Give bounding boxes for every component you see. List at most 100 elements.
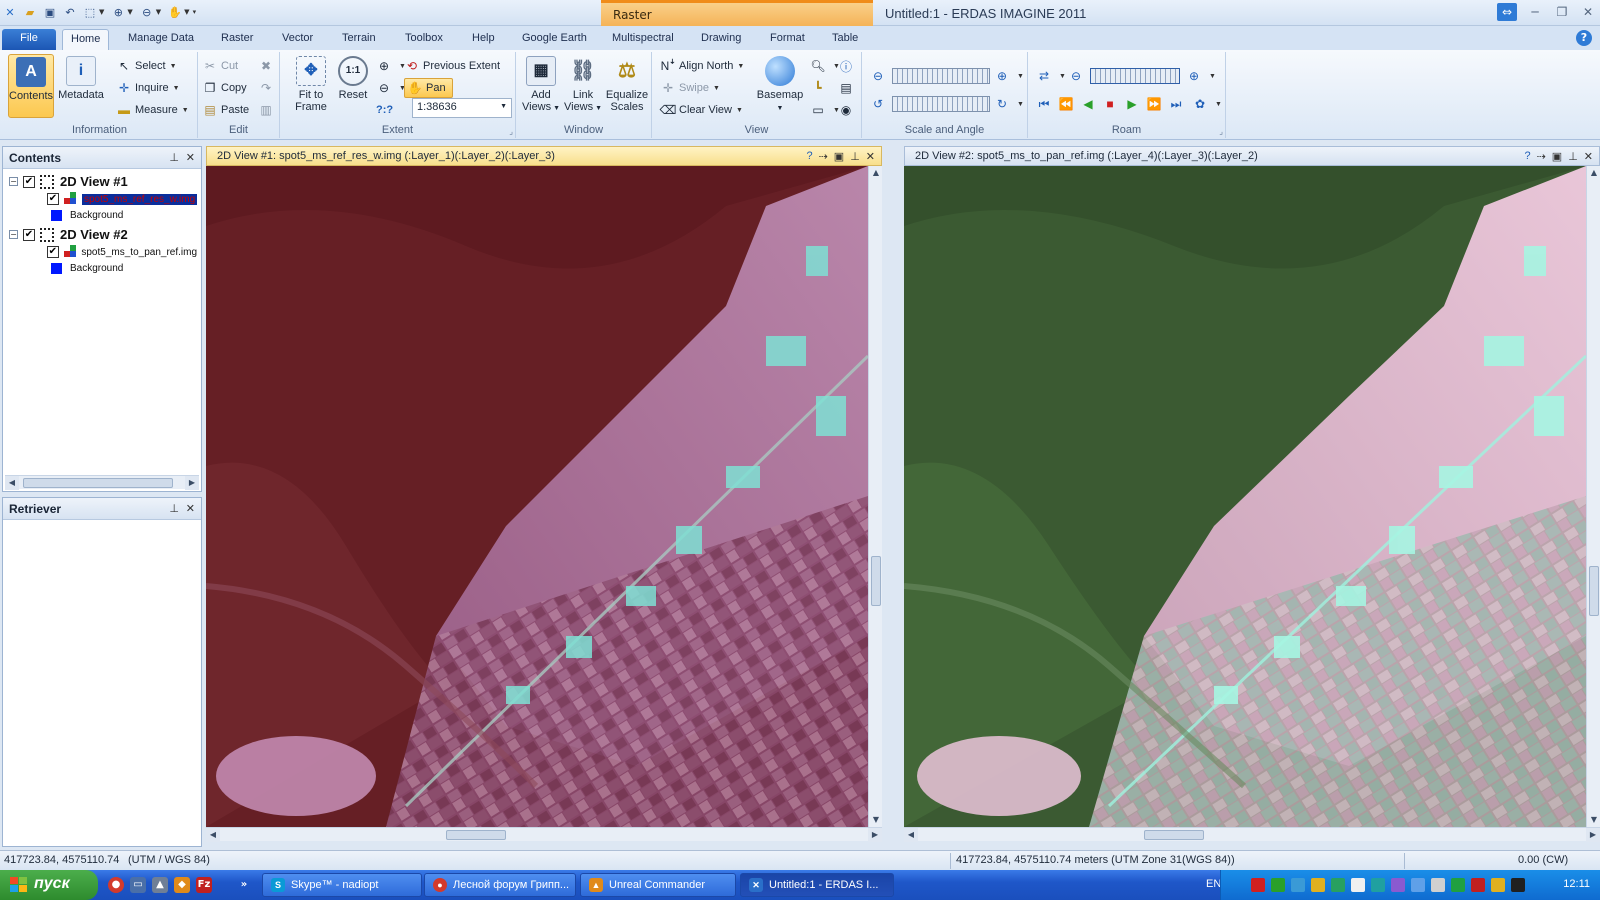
tray-app-icon[interactable]: [1251, 878, 1265, 892]
scale-zoom-in-button[interactable]: ⊕ ▼: [994, 66, 1024, 86]
pin-icon[interactable]: ⊥: [169, 502, 179, 515]
scale-select[interactable]: 1:38636 ▼: [412, 98, 512, 118]
tab-vector[interactable]: Vector: [274, 29, 321, 50]
scroll-up-arrow[interactable]: ▲: [869, 166, 883, 180]
task-skype[interactable]: S Skype™ - nadiopt: [262, 873, 422, 897]
close-icon[interactable]: ✕: [1584, 150, 1593, 163]
scroll-thumb[interactable]: [446, 830, 506, 840]
view-zoom-button[interactable]: 🔍︎ ▼: [810, 56, 840, 76]
tray-app-icon[interactable]: [1471, 878, 1485, 892]
measure-button[interactable]: ▬ Measure ▼: [116, 100, 189, 120]
scroll-down-arrow[interactable]: ▼: [1587, 813, 1600, 827]
start-button[interactable]: пуск: [0, 870, 98, 900]
tray-app-icon[interactable]: [1291, 878, 1305, 892]
swipe-button[interactable]: ✛ Swipe ▼: [660, 78, 720, 98]
view-1-image[interactable]: [206, 166, 868, 827]
tab-table[interactable]: Table: [824, 29, 866, 50]
roam-stop-button[interactable]: ■: [1102, 94, 1121, 114]
rotate-right-button[interactable]: ↻ ▼: [994, 94, 1024, 114]
inquire-button[interactable]: ✛ Inquire ▼: [116, 78, 180, 98]
zoom-out-icon[interactable]: ⊖: [139, 4, 155, 20]
scroll-down-arrow[interactable]: ▼: [869, 813, 883, 827]
tab-multispectral[interactable]: Multispectral: [604, 29, 682, 50]
tool-quicklaunch-icon[interactable]: ▲: [152, 877, 168, 893]
basemap-button[interactable]: Basemap ▼: [754, 54, 806, 118]
network-icon[interactable]: [1411, 878, 1425, 892]
tray-app-icon[interactable]: [1511, 878, 1525, 892]
angle-slider[interactable]: [892, 96, 990, 112]
scale-slider[interactable]: [892, 68, 990, 84]
scroll-up-arrow[interactable]: ▲: [1587, 166, 1600, 180]
view-help-icon[interactable]: ?: [1524, 150, 1530, 163]
undo-icon[interactable]: ↶: [62, 4, 78, 20]
close-icon[interactable]: ✕: [186, 502, 195, 515]
tree-layer-view-2[interactable]: ✔ spot5_ms_to_pan_ref.img: [47, 245, 197, 259]
layer-2-checkbox[interactable]: ✔: [47, 246, 59, 258]
select-button[interactable]: ↖ Select ▼: [116, 56, 177, 76]
tab-terrain[interactable]: Terrain: [334, 29, 384, 50]
zoom-out-button[interactable]: ⊖ ▼: [376, 78, 406, 98]
view-save-icon[interactable]: ▣: [834, 150, 844, 163]
scroll-right-arrow[interactable]: ▶: [185, 476, 199, 490]
pin-icon[interactable]: ⊥: [169, 151, 179, 164]
roam-step-forward-button[interactable]: ⏩: [1146, 94, 1165, 114]
link-views-button[interactable]: ⛓ Link Views ▼: [560, 54, 606, 118]
coordinate-grid-button[interactable]: ┗: [810, 78, 829, 98]
zoom-in-icon[interactable]: ⊕: [110, 4, 126, 20]
task-browser[interactable]: ● Лесной форум Грипп...: [424, 873, 576, 897]
customize-qat-arrow[interactable]: ▾: [193, 8, 197, 16]
background-color-button[interactable]: ▭ ▼: [810, 100, 840, 120]
collapse-icon[interactable]: −: [9, 177, 18, 186]
tab-file[interactable]: File: [2, 29, 56, 50]
delete-button[interactable]: ✖: [258, 56, 277, 76]
roam-speed-slider[interactable]: [1090, 68, 1180, 84]
desktop-quicklaunch-icon[interactable]: ▭: [130, 877, 146, 893]
reset-button[interactable]: 1:1 Reset: [330, 54, 376, 118]
close-button[interactable]: ✕: [1578, 3, 1598, 21]
tab-raster[interactable]: Raster: [213, 29, 261, 50]
select-dropdown-arrow[interactable]: ▼: [99, 8, 104, 16]
scroll-thumb[interactable]: [1144, 830, 1204, 840]
paste-special-button[interactable]: ▥: [258, 100, 277, 120]
quicklaunch-overflow-icon[interactable]: »: [236, 877, 252, 893]
metadata-button[interactable]: i Metadata: [58, 54, 104, 118]
roam-first-button[interactable]: ⏮: [1036, 94, 1055, 114]
tray-app-icon[interactable]: [1351, 878, 1365, 892]
tree-layer-view-1[interactable]: ✔ spot5_ms_ref_res_w.img: [47, 192, 198, 206]
fit-to-frame-button[interactable]: ✥ Fit to Frame: [288, 54, 334, 118]
clear-view-button[interactable]: ⌫ Clear View ▼: [660, 100, 743, 120]
north-arrow-overlay-button[interactable]: ◉: [838, 100, 857, 120]
previous-extent-button[interactable]: ⟲ Previous Extent: [404, 56, 500, 76]
tray-app-icon[interactable]: [1371, 878, 1385, 892]
save-icon[interactable]: ▣: [42, 4, 58, 20]
scroll-left-arrow[interactable]: ◀: [5, 476, 19, 490]
tray-app-icon[interactable]: [1391, 878, 1405, 892]
tray-app-icon[interactable]: [1271, 878, 1285, 892]
scroll-thumb[interactable]: [871, 556, 881, 606]
roam-play-reverse-button[interactable]: ◀: [1080, 94, 1099, 114]
close-icon[interactable]: ✕: [866, 150, 875, 163]
restore-session-icon[interactable]: ⇔: [1497, 3, 1517, 21]
open-folder-icon[interactable]: ▰: [22, 4, 38, 20]
view-2-horizontal-scrollbar[interactable]: ◀ ▶: [904, 827, 1600, 842]
tray-app-icon[interactable]: [1311, 878, 1325, 892]
select-tool-icon[interactable]: ⬚: [82, 4, 98, 20]
roam-speed-up-button[interactable]: ⊕ ▼: [1186, 66, 1216, 86]
tray-app-icon[interactable]: [1491, 878, 1505, 892]
task-unreal-commander[interactable]: ▲ Unreal Commander: [580, 873, 736, 897]
roam-last-button[interactable]: ⏭: [1168, 94, 1187, 114]
align-north-button[interactable]: Nꜜ Align North ▼: [660, 56, 745, 76]
view-2-header[interactable]: 2D View #2: spot5_ms_to_pan_ref.img (:La…: [904, 146, 1600, 166]
volume-icon[interactable]: [1431, 878, 1445, 892]
tab-drawing[interactable]: Drawing: [693, 29, 749, 50]
rotate-left-button[interactable]: ↺: [870, 94, 889, 114]
filezilla-quicklaunch-icon[interactable]: Fz: [196, 877, 212, 893]
view-save-icon[interactable]: ▣: [1552, 150, 1562, 163]
maximize-button[interactable]: ❐: [1552, 3, 1572, 21]
view-properties-button[interactable]: ▤: [838, 78, 857, 98]
scroll-thumb[interactable]: [23, 478, 173, 488]
language-indicator[interactable]: EN: [1206, 878, 1221, 890]
layer-1-checkbox[interactable]: ✔: [47, 193, 59, 205]
pin-icon[interactable]: ⊥: [850, 150, 860, 163]
zoom-in-button[interactable]: ⊕ ▼: [376, 56, 406, 76]
